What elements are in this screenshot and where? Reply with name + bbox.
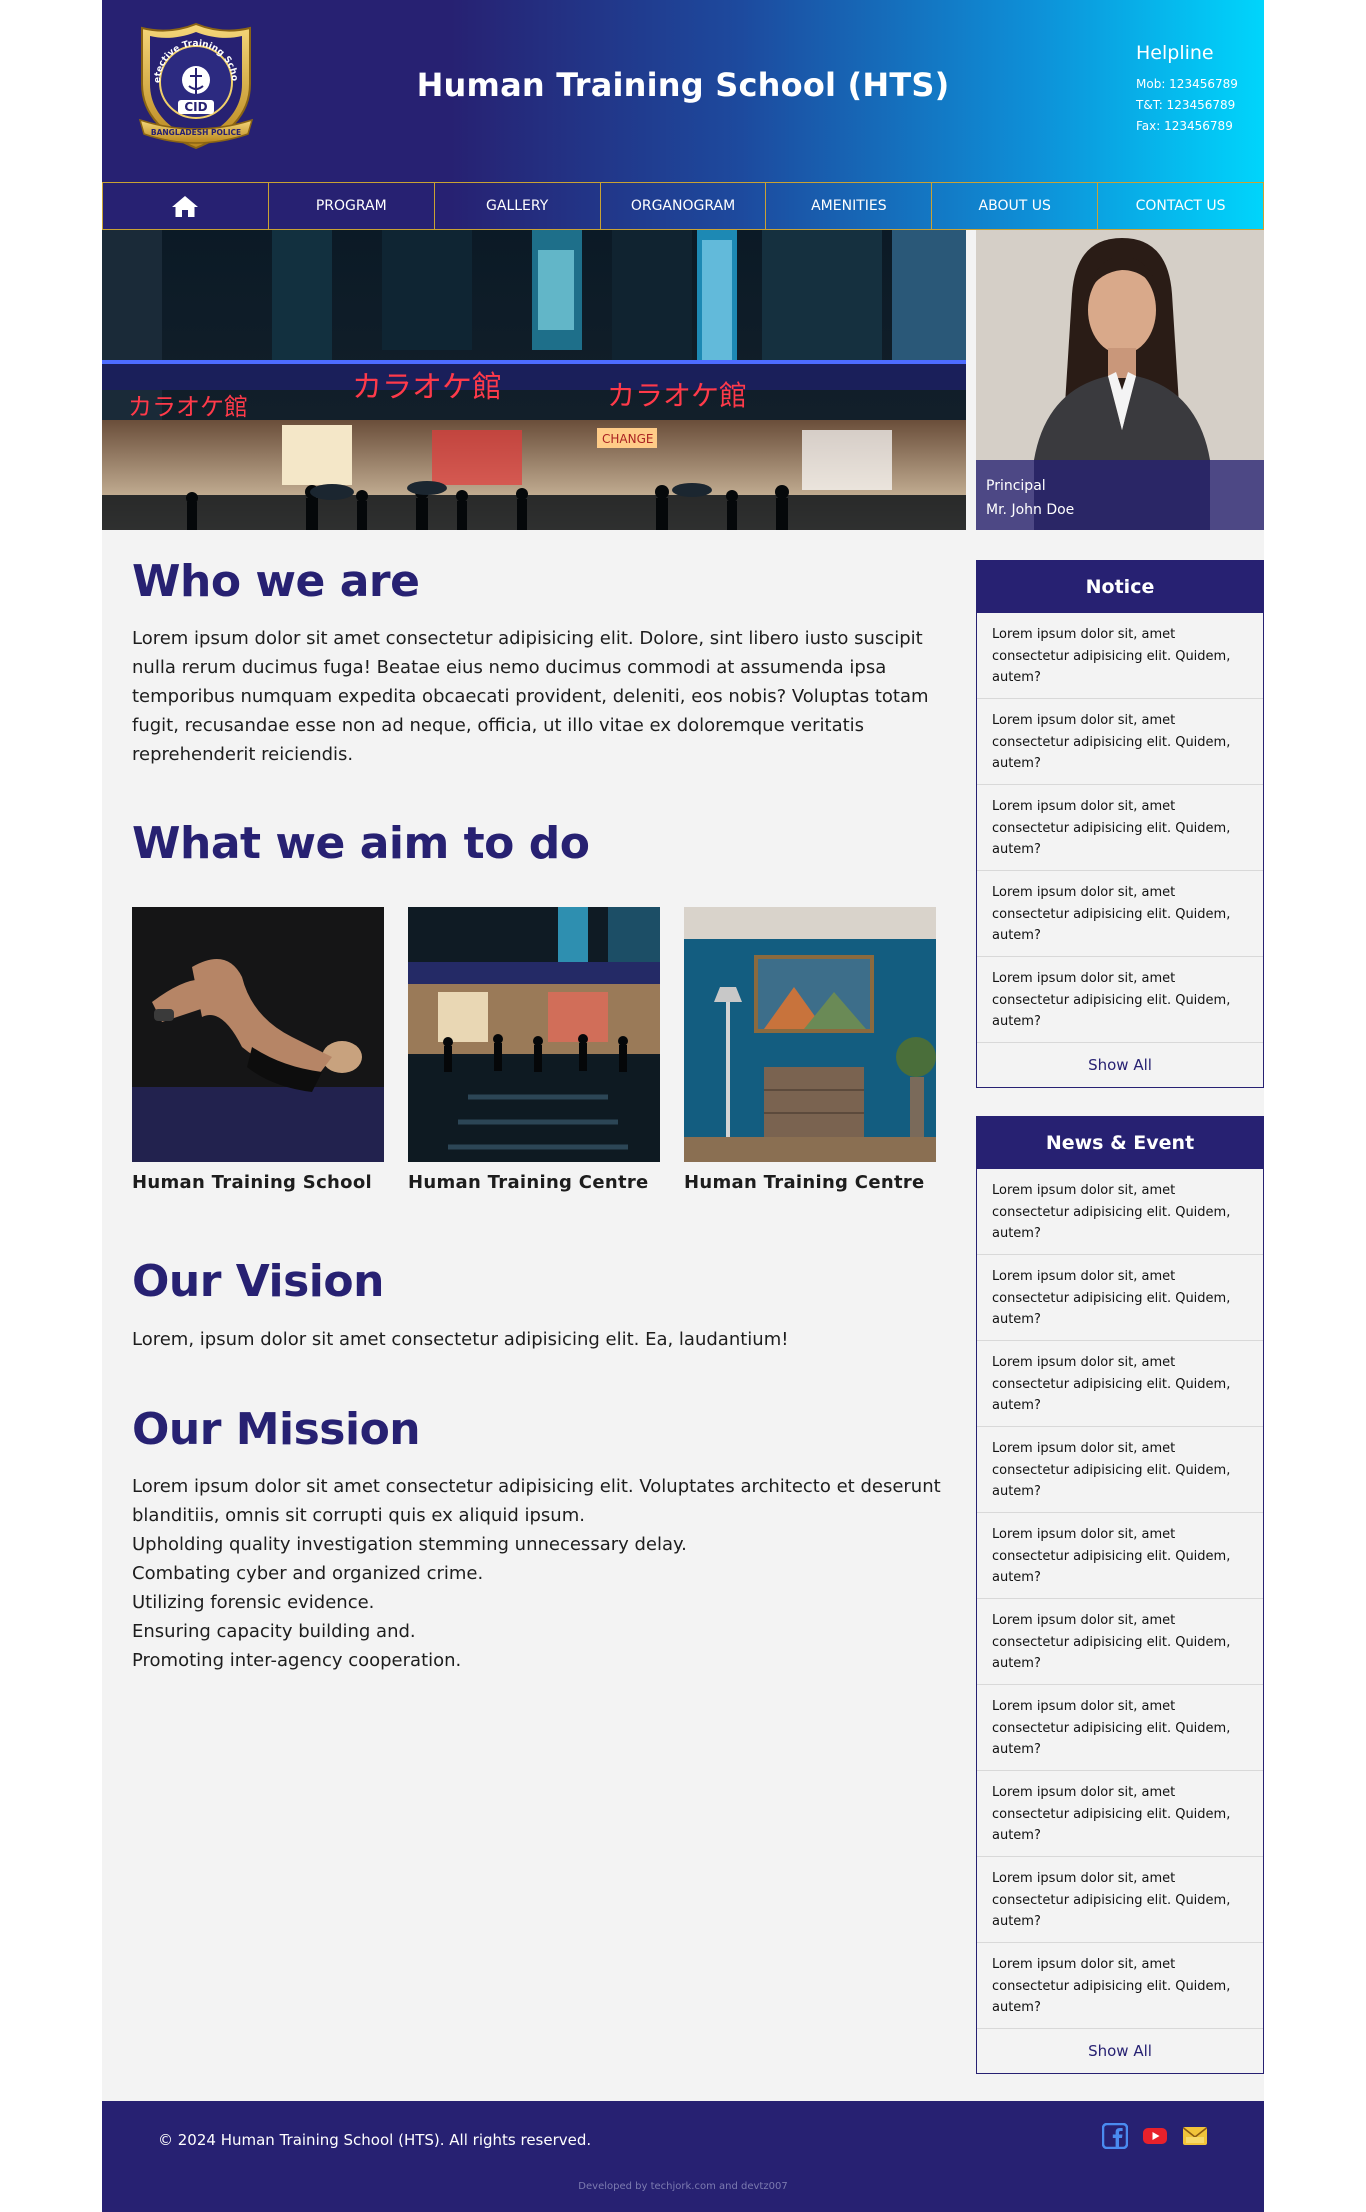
notice-title: Notice: [977, 561, 1263, 613]
main-nav: PROGRAM GALLERY ORGANOGRAM AMENITIES ABO…: [102, 182, 1265, 230]
nav-home[interactable]: [102, 182, 269, 230]
nav-about-us[interactable]: ABOUT US: [932, 182, 1099, 230]
principal-caption: Principal Mr. John Doe: [976, 460, 1264, 530]
facebook-icon[interactable]: [1102, 2123, 1128, 2149]
mission-line: Lorem ipsum dolor sit amet consectetur a…: [132, 1476, 941, 1526]
copyright-text: © 2024 Human Training School (HTS). All …: [158, 2131, 592, 2149]
helpline: Helpline Mob: 123456789 T&T: 123456789 F…: [1136, 42, 1238, 137]
mission-line: Upholding quality investigation stemming…: [132, 1534, 687, 1555]
news-item[interactable]: Lorem ipsum dolor sit, amet consectetur …: [977, 1599, 1263, 1685]
change-sign: CHANGE: [602, 432, 653, 446]
vision-text: Lorem, ipsum dolor sit amet consectetur …: [132, 1329, 789, 1350]
nav-program[interactable]: PROGRAM: [268, 182, 435, 230]
news-show-all-button[interactable]: Show All: [977, 2029, 1263, 2073]
principal-name: Mr. John Doe: [986, 502, 1075, 518]
news-item[interactable]: Lorem ipsum dolor sit, amet consectetur …: [977, 1255, 1263, 1341]
developer-credits: Developed by techjork.com and devtz007: [578, 2181, 788, 2192]
social-links: [1102, 2123, 1208, 2149]
notice-item[interactable]: Lorem ipsum dolor sit, amet consectetur …: [977, 871, 1263, 957]
news-item[interactable]: Lorem ipsum dolor sit, amet consectetur …: [977, 1169, 1263, 1255]
mission-line: Ensuring capacity building and.: [132, 1621, 416, 1642]
helpline-fax: Fax: 123456789: [1136, 119, 1233, 133]
site-title: Human Training School (HTS): [416, 66, 950, 104]
news-item[interactable]: Lorem ipsum dolor sit, amet consectetur …: [977, 1341, 1263, 1427]
nav-amenities[interactable]: AMENITIES: [766, 182, 933, 230]
aim-card-image: [408, 907, 660, 1162]
news-event-title: News & Event: [977, 1117, 1263, 1169]
footer: © 2024 Human Training School (HTS). All …: [102, 2101, 1264, 2212]
notice-item[interactable]: Lorem ipsum dolor sit, amet consectetur …: [977, 957, 1263, 1043]
news-item[interactable]: Lorem ipsum dolor sit, amet consectetur …: [977, 1427, 1263, 1513]
neon-sign-left: カラオケ館: [128, 393, 248, 421]
principal-role: Principal: [986, 478, 1046, 494]
principal-photo-card: Principal Mr. John Doe: [976, 230, 1264, 530]
youtube-icon[interactable]: [1142, 2123, 1168, 2149]
aim-card-3[interactable]: Human Training Centre: [684, 907, 936, 1193]
aim-card-caption: Human Training Centre: [408, 1172, 649, 1193]
aim-card-image: [684, 907, 936, 1162]
news-item[interactable]: Lorem ipsum dolor sit, amet consectetur …: [977, 1685, 1263, 1771]
aim-card-2[interactable]: Human Training Centre: [408, 907, 660, 1193]
header: Detective Training School CID BANGLADESH…: [102, 0, 1264, 182]
mission-text: Lorem ipsum dolor sit amet consectetur a…: [132, 1472, 942, 1675]
news-item[interactable]: Lorem ipsum dolor sit, amet consectetur …: [977, 1943, 1263, 2029]
aim-card-caption: Human Training School: [132, 1172, 372, 1193]
neon-sign-center: カラオケ館: [352, 370, 502, 405]
page: Detective Training School CID BANGLADESH…: [102, 0, 1265, 2212]
news-event-panel: News & Event Lorem ipsum dolor sit, amet…: [976, 1116, 1264, 2074]
mission-line: Combating cyber and organized crime.: [132, 1563, 484, 1584]
notice-show-all-button[interactable]: Show All: [977, 1043, 1263, 1087]
helpline-mobile: Mob: 123456789: [1136, 77, 1238, 91]
who-we-are-heading: Who we are: [132, 556, 420, 607]
helpline-title: Helpline: [1136, 42, 1214, 64]
who-we-are-text: Lorem ipsum dolor sit amet consectetur a…: [132, 628, 929, 765]
aim-gallery: Human Training School Human Training Cen…: [132, 907, 936, 1207]
mission-line: Promoting inter-agency cooperation.: [132, 1650, 462, 1671]
notice-panel: Notice Lorem ipsum dolor sit, amet conse…: [976, 560, 1264, 1088]
hero-banner-image: カラオケ館 カラオケ館 カラオケ館 CHANGE: [102, 230, 966, 530]
nav-organogram[interactable]: ORGANOGRAM: [600, 182, 767, 230]
notice-item[interactable]: Lorem ipsum dolor sit, amet consectetur …: [977, 699, 1263, 785]
home-icon: [172, 196, 199, 217]
notice-item[interactable]: Lorem ipsum dolor sit, amet consectetur …: [977, 613, 1263, 699]
neon-sign-right: カラオケ館: [607, 379, 747, 412]
news-item[interactable]: Lorem ipsum dolor sit, amet consectetur …: [977, 1771, 1263, 1857]
aim-card-image: [132, 907, 384, 1162]
nav-contact-us[interactable]: CONTACT US: [1098, 182, 1265, 230]
news-item[interactable]: Lorem ipsum dolor sit, amet consectetur …: [977, 1857, 1263, 1943]
svg-text:BANGLADESH POLICE: BANGLADESH POLICE: [151, 128, 241, 137]
helpline-tnt: T&T: 123456789: [1136, 98, 1236, 112]
aim-card-1[interactable]: Human Training School: [132, 907, 384, 1193]
vision-heading: Our Vision: [132, 1256, 384, 1307]
mission-line: Utilizing forensic evidence.: [132, 1592, 375, 1613]
aim-heading: What we aim to do: [132, 818, 590, 869]
nav-gallery[interactable]: GALLERY: [434, 182, 601, 230]
email-icon[interactable]: [1182, 2123, 1208, 2149]
mission-heading: Our Mission: [132, 1404, 421, 1455]
aim-card-caption: Human Training Centre: [684, 1172, 925, 1193]
news-item[interactable]: Lorem ipsum dolor sit, amet consectetur …: [977, 1513, 1263, 1599]
notice-item[interactable]: Lorem ipsum dolor sit, amet consectetur …: [977, 785, 1263, 871]
